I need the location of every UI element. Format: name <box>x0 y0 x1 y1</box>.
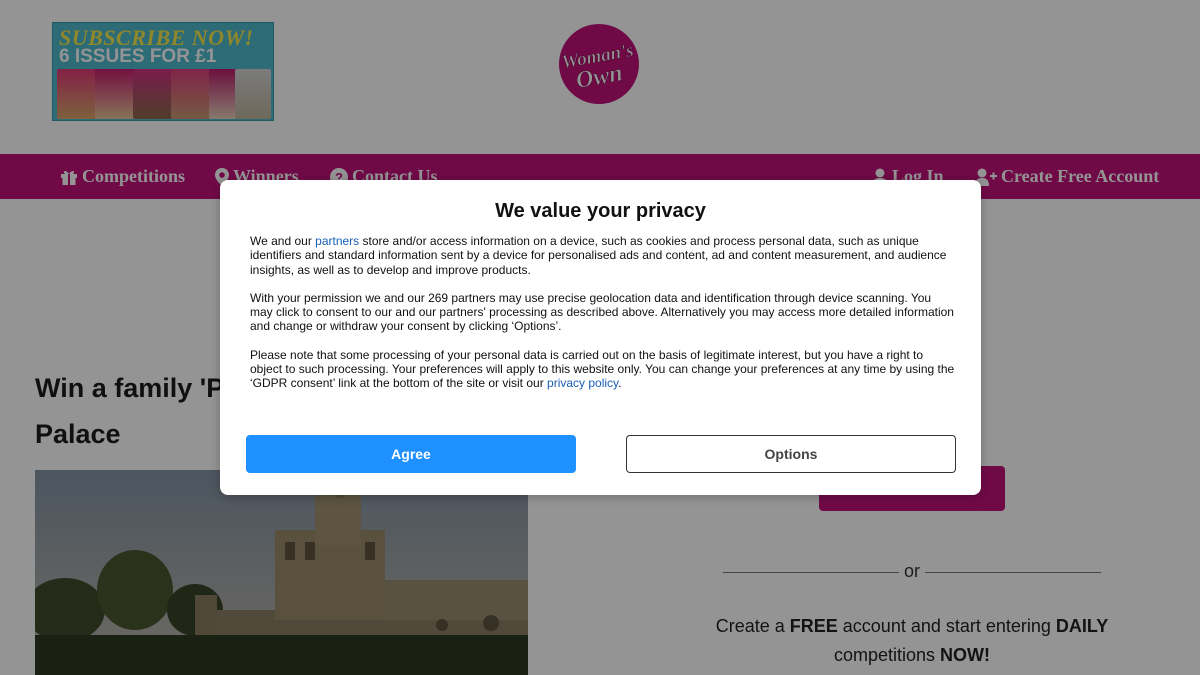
agree-button[interactable]: Agree <box>246 435 576 473</box>
privacy-policy-link[interactable]: privacy policy <box>547 376 618 390</box>
consent-paragraph-1: We and our partners store and/or access … <box>250 234 947 277</box>
consent-title: We value your privacy <box>495 200 706 222</box>
privacy-consent-dialog: We value your privacy We and our partner… <box>220 180 981 495</box>
consent-body: We and our partners store and/or access … <box>250 234 955 405</box>
consent-paragraph-3: Please note that some processing of your… <box>250 347 955 391</box>
partners-link[interactable]: partners <box>315 234 359 248</box>
consent-paragraph-2: With your permission we and our 269 part… <box>250 290 954 334</box>
options-button[interactable]: Options <box>626 435 956 473</box>
